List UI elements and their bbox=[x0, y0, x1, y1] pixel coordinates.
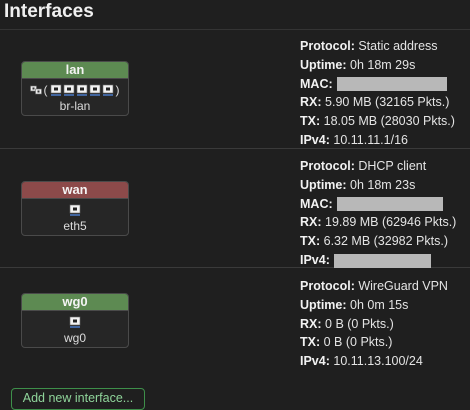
device-ports bbox=[22, 202, 128, 218]
uptime-value: 0h 18m 29s bbox=[350, 57, 416, 72]
ipv4-value: 10.11.11.1/16 bbox=[333, 132, 408, 147]
ethernet-port-icon bbox=[76, 84, 87, 96]
ipv4-label: IPv4: bbox=[300, 132, 330, 147]
device-ports bbox=[22, 314, 128, 330]
tunnel-icon bbox=[69, 316, 81, 328]
uptime-value: 0h 18m 23s bbox=[350, 177, 416, 192]
tx-value: 6.32 MB (32982 Pkts.) bbox=[323, 234, 448, 249]
interface-badge-wan[interactable]: wan eth5 bbox=[21, 181, 129, 236]
add-interface-button[interactable]: Add new interface... bbox=[11, 388, 145, 410]
protocol-label: Protocol: bbox=[300, 279, 355, 293]
paren-open: ( bbox=[43, 83, 48, 97]
rx-label: RX: bbox=[300, 316, 322, 331]
ethernet-port-icon bbox=[89, 84, 100, 96]
mac-label: MAC: bbox=[300, 76, 333, 91]
interface-details-wg0: Protocol: WireGuard VPN Uptime: 0h 0m 15… bbox=[300, 277, 448, 371]
device-name: br-lan bbox=[59, 99, 91, 113]
interface-row-wan: wan eth5 Protocol: DHCP client Uptime: 0… bbox=[0, 149, 470, 268]
tx-label: TX: bbox=[300, 335, 321, 350]
interface-badge-lan[interactable]: lan ( ) br-lan bbox=[21, 61, 129, 116]
rx-value: 0 B (0 Pkts.) bbox=[325, 316, 394, 331]
ipv4-redacted bbox=[333, 253, 431, 268]
rx-value: 5.90 MB (32165 Pkts.) bbox=[325, 95, 450, 110]
rx-label: RX: bbox=[300, 95, 322, 110]
tx-value: 18.05 MB (28030 Pkts.) bbox=[323, 114, 455, 129]
device-name: eth5 bbox=[63, 219, 87, 233]
ethernet-port-icon bbox=[69, 204, 81, 216]
interface-name: wg0 bbox=[22, 294, 128, 311]
bridge-icon bbox=[29, 85, 42, 95]
rx-label: RX: bbox=[300, 215, 322, 230]
interface-details-lan: Protocol: Static address Uptime: 0h 18m … bbox=[300, 37, 455, 150]
mac-redacted bbox=[336, 77, 447, 92]
tx-label: TX: bbox=[300, 114, 321, 129]
uptime-label: Uptime: bbox=[300, 297, 347, 312]
ipv4-label: IPv4: bbox=[300, 354, 330, 369]
uptime-label: Uptime: bbox=[300, 177, 347, 192]
protocol-value: DHCP client bbox=[358, 159, 427, 173]
uptime-value: 0h 0m 15s bbox=[350, 297, 409, 312]
interface-row-wg0: wg0 wg0 Protocol: WireGuard VPN Uptime: … bbox=[0, 268, 470, 374]
ethernet-port-icon bbox=[63, 84, 74, 96]
protocol-value: WireGuard VPN bbox=[358, 279, 448, 293]
device-name: wg0 bbox=[63, 331, 86, 345]
interface-name: wan bbox=[22, 182, 128, 199]
bridge-ports: ( ) bbox=[22, 82, 128, 98]
ipv4-label: IPv4: bbox=[300, 252, 330, 267]
interface-row-lan: lan ( ) br-lan Protocol: Static address … bbox=[0, 30, 470, 149]
interface-badge-wg0[interactable]: wg0 wg0 bbox=[21, 293, 129, 348]
ipv4-value: 10.11.13.100/24 bbox=[333, 354, 423, 369]
protocol-label: Protocol: bbox=[300, 159, 355, 173]
protocol-value: Static address bbox=[358, 39, 438, 53]
tx-label: TX: bbox=[300, 234, 321, 249]
interface-details-wan: Protocol: DHCP client Uptime: 0h 18m 23s… bbox=[300, 157, 456, 270]
protocol-label: Protocol: bbox=[300, 39, 355, 53]
page-title: Interfaces bbox=[4, 1, 94, 22]
mac-redacted bbox=[336, 197, 443, 212]
mac-label: MAC: bbox=[300, 196, 333, 211]
ethernet-port-icon bbox=[50, 84, 61, 96]
uptime-label: Uptime: bbox=[300, 57, 347, 72]
paren-close: ) bbox=[115, 83, 120, 97]
rx-value: 19.89 MB (62946 Pkts.) bbox=[325, 215, 457, 230]
interface-name: lan bbox=[22, 62, 128, 79]
tx-value: 0 B (0 Pkts.) bbox=[323, 335, 393, 350]
ethernet-port-icon bbox=[102, 84, 113, 96]
